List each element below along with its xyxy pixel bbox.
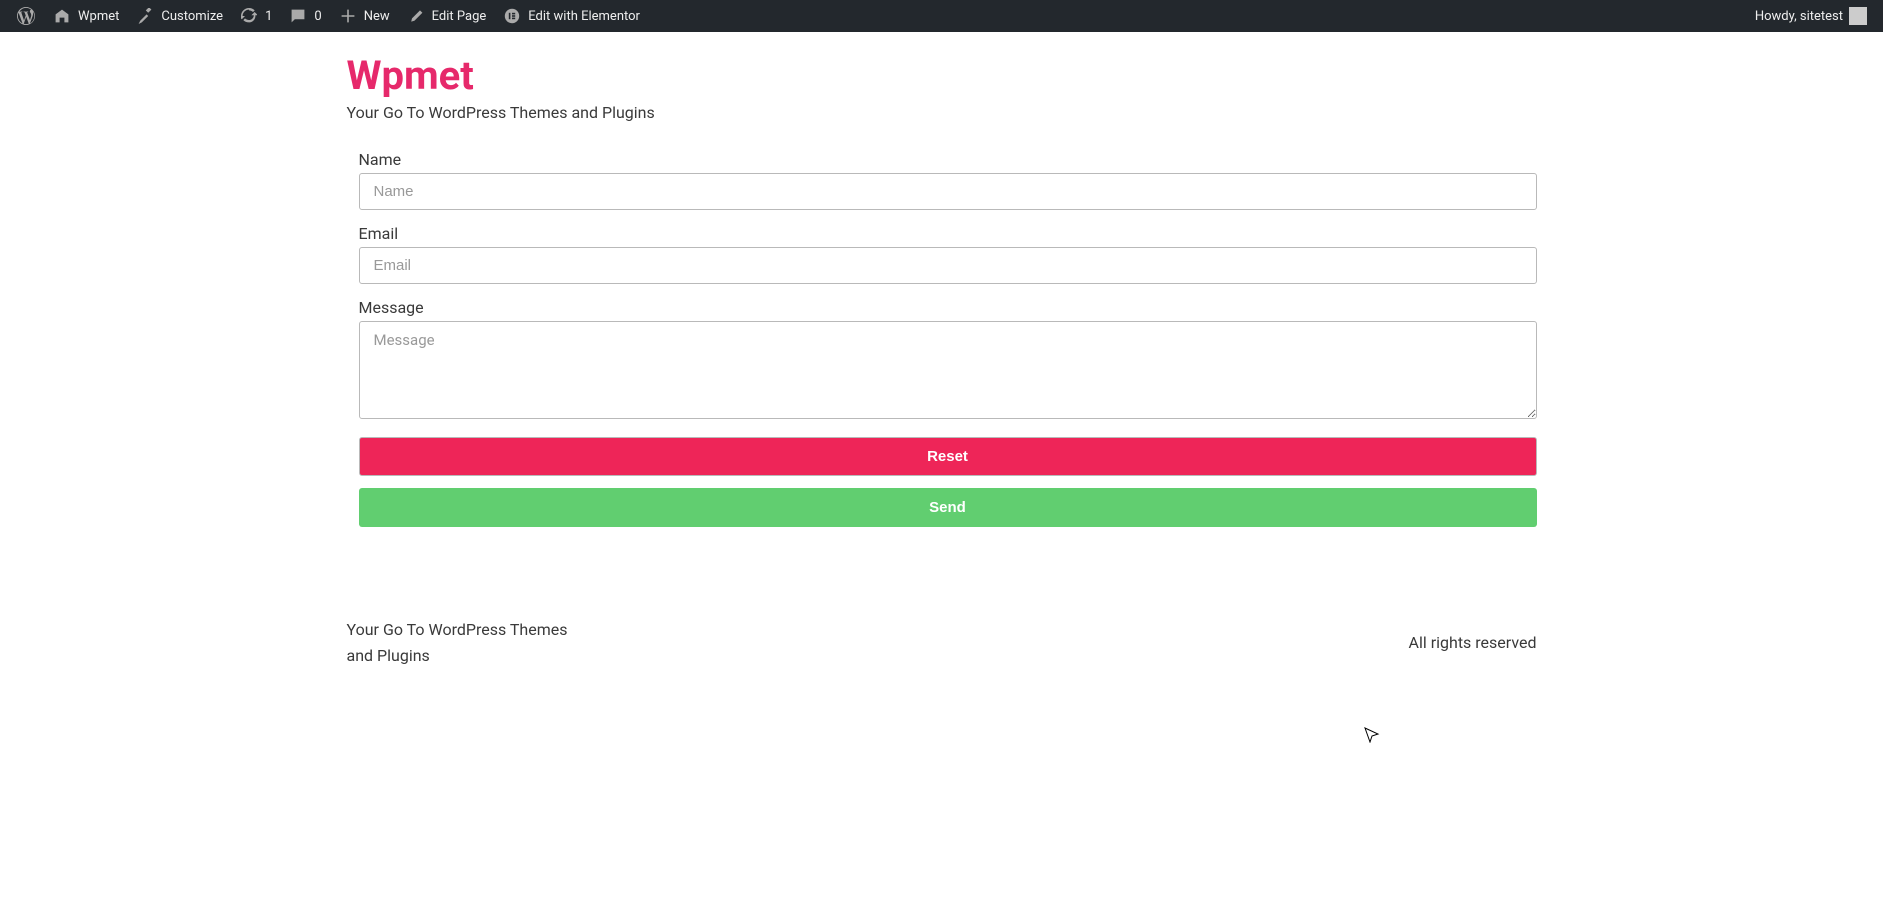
site-name-menu[interactable]: Wpmet [44, 0, 127, 32]
howdy-text: Howdy, sitetest [1755, 9, 1843, 24]
contact-form: Name Email Message Reset Send [347, 150, 1537, 527]
new-label: New [364, 9, 390, 24]
message-field-group: Message [359, 298, 1537, 423]
edit-page-label: Edit Page [432, 9, 487, 24]
message-label: Message [359, 298, 1537, 317]
page-content: Wpmet Your Go To WordPress Themes and Pl… [347, 32, 1537, 567]
comments-icon [288, 6, 308, 26]
name-input[interactable] [359, 173, 1537, 210]
email-field-group: Email [359, 224, 1537, 284]
comments-count: 0 [314, 9, 321, 24]
name-field-group: Name [359, 150, 1537, 210]
comments-menu[interactable]: 0 [280, 0, 329, 32]
updates-menu[interactable]: 1 [231, 0, 280, 32]
admin-bar-left: Wpmet Customize 1 0 New [8, 0, 648, 32]
cursor-icon [1364, 727, 1380, 743]
name-label: Name [359, 150, 1537, 169]
edit-elementor-label: Edit with Elementor [528, 9, 640, 24]
edit-icon [406, 6, 426, 26]
customize-label: Customize [161, 9, 223, 24]
edit-elementor-menu[interactable]: Edit with Elementor [494, 0, 648, 32]
site-name-label: Wpmet [78, 9, 119, 24]
updates-count: 1 [265, 9, 272, 24]
site-title[interactable]: Wpmet [347, 52, 1537, 99]
new-content-menu[interactable]: New [330, 0, 398, 32]
update-icon [239, 6, 259, 26]
customize-icon [135, 6, 155, 26]
wp-logo-menu[interactable] [8, 0, 44, 32]
plus-icon [338, 6, 358, 26]
elementor-icon [502, 6, 522, 26]
email-input[interactable] [359, 247, 1537, 284]
avatar [1849, 7, 1867, 25]
email-label: Email [359, 224, 1537, 243]
reset-button[interactable]: Reset [359, 437, 1537, 476]
edit-page-menu[interactable]: Edit Page [398, 0, 495, 32]
admin-bar-right: Howdy, sitetest [1747, 0, 1875, 32]
send-button[interactable]: Send [359, 488, 1537, 527]
site-tagline: Your Go To WordPress Themes and Plugins [347, 103, 1537, 122]
wordpress-icon [16, 6, 36, 26]
footer-tagline: Your Go To WordPress Themes and Plugins [347, 617, 587, 668]
home-icon [52, 6, 72, 26]
wp-admin-bar: Wpmet Customize 1 0 New [0, 0, 1883, 32]
footer-copyright: All rights reserved [1409, 633, 1537, 652]
my-account-menu[interactable]: Howdy, sitetest [1747, 0, 1875, 32]
customize-menu[interactable]: Customize [127, 0, 231, 32]
footer: Your Go To WordPress Themes and Plugins … [347, 567, 1537, 708]
message-textarea[interactable] [359, 321, 1537, 419]
